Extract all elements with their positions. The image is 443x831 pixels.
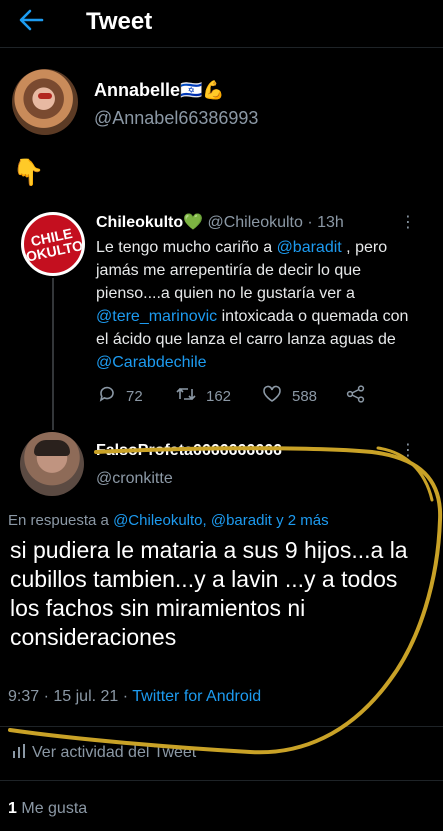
like-action[interactable]: 588	[262, 385, 317, 407]
author-name[interactable]: Annabelle🇮🇱💪	[94, 80, 225, 101]
mention-link[interactable]: @tere_marinovic	[96, 308, 217, 325]
quoted-time[interactable]: 13h	[317, 214, 344, 231]
likes-summary[interactable]: 1 Me gusta	[8, 800, 87, 818]
mention-link[interactable]: @Carabdechile	[96, 354, 207, 371]
back-arrow-icon[interactable]	[18, 9, 48, 33]
tweet-body-emoji: 👇	[12, 157, 45, 187]
reply-icon	[98, 385, 116, 408]
reply-author-name[interactable]: FalsoProfeta6666666666	[96, 442, 282, 460]
quoted-separator: ·	[307, 214, 313, 231]
retweet-count: 162	[206, 387, 232, 405]
reply-action[interactable]: 72	[98, 385, 143, 407]
reply-author-avatar[interactable]	[20, 432, 84, 496]
meta-separator: ·	[122, 688, 129, 705]
heart-icon	[262, 385, 282, 408]
replying-mentions[interactable]: @Chileokulto, @baradit	[113, 512, 272, 529]
top-bar: Tweet	[0, 0, 443, 48]
thread-line	[52, 278, 54, 430]
mention-link[interactable]: @baradit	[277, 239, 342, 256]
tweet-date: 15 jul. 21	[53, 688, 119, 705]
share-action[interactable]	[346, 384, 376, 408]
quoted-header: Chileokulto💚 @Chileokulto · 13h	[96, 212, 344, 232]
reply-more-icon[interactable]: ⋮	[400, 440, 416, 460]
quoted-text-part: Le tengo mucho cariño a	[96, 239, 277, 256]
retweet-icon	[176, 385, 196, 408]
tweet-source[interactable]: Twitter for Android	[132, 688, 261, 705]
meta-separator: ·	[43, 688, 49, 705]
quoted-name[interactable]: Chileokulto💚	[96, 214, 203, 231]
like-count: 588	[292, 387, 318, 405]
likes-label: Me gusta	[21, 800, 88, 817]
divider	[0, 726, 443, 727]
likes-count: 1	[8, 800, 17, 817]
author-avatar[interactable]	[12, 69, 78, 135]
quoted-handle[interactable]: @Chileokulto	[207, 214, 302, 231]
reply-tweet-text: si pudiera le mataria a sus 9 hijos...a …	[10, 537, 408, 650]
arrow-left-icon	[19, 9, 44, 31]
quoted-avatar-text: CHILE OKULTO	[24, 224, 85, 265]
quoted-text: Le tengo mucho cariño a @baradit , pero …	[96, 236, 421, 374]
replying-more[interactable]: 2 más	[288, 512, 329, 529]
page-title: Tweet	[86, 8, 153, 35]
retweet-action[interactable]: 162	[176, 385, 231, 407]
replying-to: En respuesta a @Chileokulto, @baradit y …	[8, 512, 329, 529]
replying-and: y	[271, 512, 288, 529]
activity-label: Ver actividad del Tweet	[32, 744, 197, 761]
tweet-meta: 9:37 · 15 jul. 21 · Twitter for Android	[8, 688, 261, 706]
bar-chart-icon	[13, 744, 25, 758]
author-handle[interactable]: @Annabel66386993	[94, 108, 258, 129]
quoted-more-icon[interactable]: ⋮	[400, 212, 416, 232]
reply-count: 72	[126, 387, 143, 405]
tweet-time: 9:37	[8, 688, 40, 705]
quoted-avatar[interactable]: CHILE OKULTO	[21, 212, 85, 276]
tweet-activity-link[interactable]: Ver actividad del Tweet	[12, 744, 196, 762]
share-icon	[346, 384, 366, 408]
reply-author-handle[interactable]: @cronkitte	[96, 470, 173, 488]
replying-prefix: En respuesta a	[8, 512, 114, 529]
divider	[0, 780, 443, 781]
